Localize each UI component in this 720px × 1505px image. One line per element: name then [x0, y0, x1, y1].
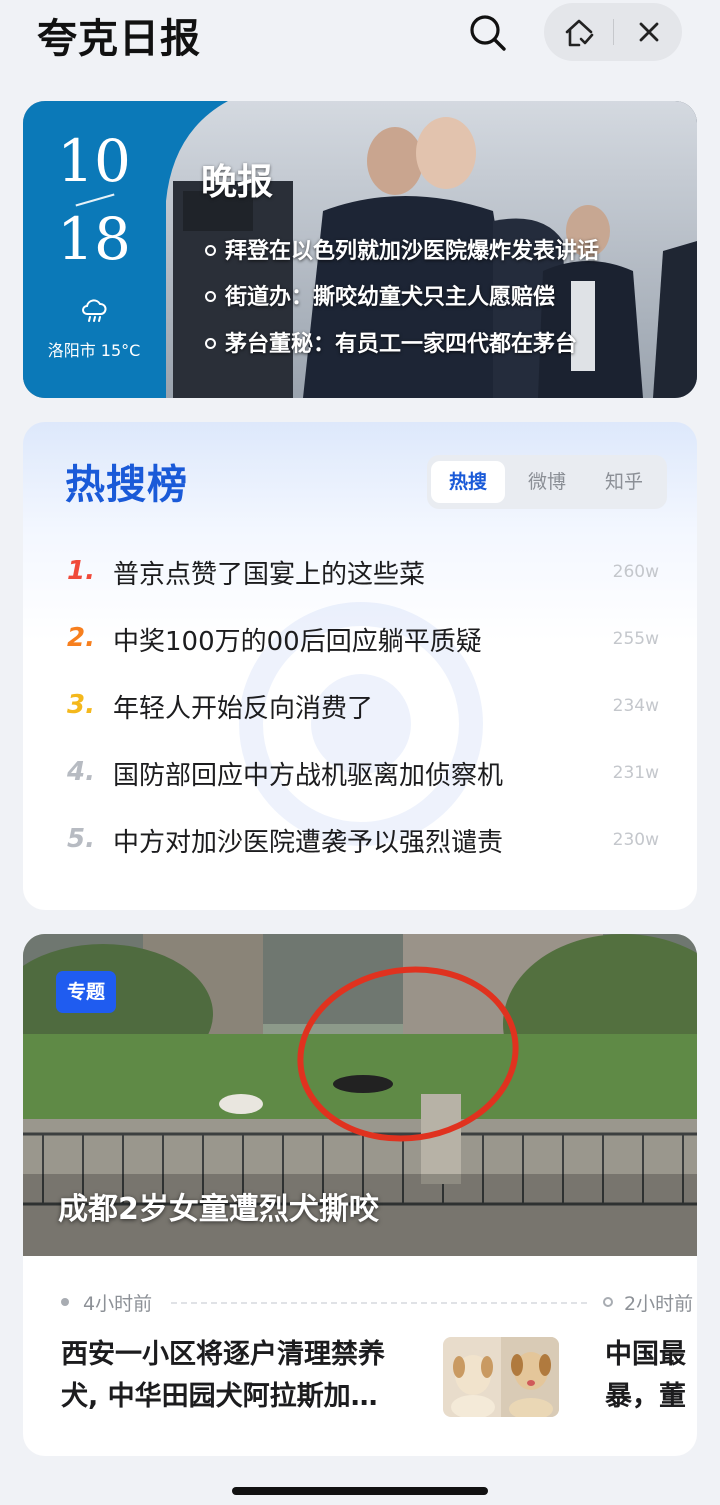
rank-number: 5.: [67, 824, 95, 854]
timeline-dot: [61, 1298, 69, 1306]
hot-tabs: 热搜 微博 知乎: [427, 455, 667, 509]
rank-number: 2.: [67, 623, 95, 653]
hot-item[interactable]: 1. 普京点赞了国宴上的这些菜 260w: [23, 546, 697, 606]
date-day: 18: [57, 205, 131, 273]
news-thumbnail[interactable]: [443, 1337, 559, 1417]
tab-hot[interactable]: 热搜: [431, 461, 505, 503]
mini-program-capsule: [544, 3, 682, 61]
hot-item-title: 中奖100万的00后回应躺平质疑: [113, 627, 482, 657]
rank-number: 3.: [67, 690, 95, 720]
search-icon[interactable]: [465, 10, 509, 54]
rank-number: 1.: [67, 556, 95, 586]
report-headline[interactable]: 茅台董秘：有员工一家四代都在茅台: [205, 326, 577, 358]
home-check-icon[interactable]: [562, 16, 596, 50]
hot-item-count: 230w: [612, 830, 659, 850]
tab-weibo[interactable]: 微博: [510, 461, 584, 503]
hot-item-title: 国防部回应中方战机驱离加侦察机: [113, 761, 504, 791]
top-bar: 夸克日报: [0, 0, 720, 70]
bullet-icon: [205, 337, 216, 349]
timeline-news-item[interactable]: 西安一小区将逐户清理禁养 犬, 中华田园犬阿拉斯加…: [61, 1334, 431, 1418]
rank-number: 4.: [67, 757, 95, 787]
hot-item[interactable]: 3. 年轻人开始反向消费了 234w: [23, 680, 697, 740]
report-headline[interactable]: 街道办：撕咬幼童犬只主人愿赔偿: [205, 279, 555, 311]
close-icon[interactable]: [634, 17, 664, 47]
hot-item[interactable]: 4. 国防部回应中方战机驱离加侦察机 231w: [23, 747, 697, 807]
hot-item-count: 231w: [612, 763, 659, 783]
hot-item-title: 普京点赞了国宴上的这些菜: [113, 560, 426, 590]
news-title-line: 暴，董: [605, 1381, 686, 1412]
timeline-dot: [603, 1297, 613, 1307]
topic-badge: 专题: [56, 971, 116, 1013]
timeline-time: 2小时前: [624, 1293, 694, 1315]
weather-text: 洛阳市 15°C: [47, 341, 141, 360]
hot-item-title: 年轻人开始反向消费了: [113, 694, 374, 724]
hot-search-title: 热搜榜: [65, 462, 188, 508]
news-title-line: 中国最: [605, 1339, 686, 1370]
cloud-rain-icon: [79, 296, 109, 326]
tab-zhihu[interactable]: 知乎: [587, 461, 661, 503]
capsule-divider: [613, 19, 614, 45]
report-headline[interactable]: 拜登在以色列就加沙医院爆炸发表讲话: [205, 233, 599, 265]
app-title: 夸克日报: [37, 16, 201, 62]
evening-report-card[interactable]: 10 18 洛阳市 15°C 晚报 拜登在以色列就加沙医院爆炸发表讲话 街道办：…: [23, 101, 697, 398]
hot-item-title: 中方对加沙医院遭袭予以强烈谴责: [113, 828, 504, 858]
hot-item[interactable]: 5. 中方对加沙医院遭袭予以强烈谴责 230w: [23, 814, 697, 874]
topic-title: 成都2岁女童遭烈犬撕咬: [58, 1192, 379, 1227]
timeline-time: 4小时前: [83, 1293, 153, 1315]
bullet-icon: [205, 244, 216, 256]
news-title-line: 西安一小区将逐户清理禁养: [61, 1339, 385, 1370]
hot-search-card: 热搜榜 热搜 微博 知乎 1. 普京点赞了国宴上的这些菜 260w 2. 中奖1…: [23, 422, 697, 910]
timeline-line: [171, 1302, 587, 1304]
hot-item[interactable]: 2. 中奖100万的00后回应躺平质疑 255w: [23, 613, 697, 673]
date-month: 10: [57, 127, 131, 195]
bullet-icon: [205, 290, 216, 302]
report-label: 晚报: [201, 162, 274, 203]
timeline-news-item[interactable]: 中国最 暴，董: [605, 1334, 697, 1418]
home-indicator[interactable]: [232, 1487, 488, 1495]
news-title-line: 犬, 中华田园犬阿拉斯加…: [61, 1381, 378, 1412]
hot-item-count: 234w: [612, 696, 659, 716]
hot-item-count: 260w: [612, 562, 659, 582]
hot-item-count: 255w: [612, 629, 659, 649]
topic-card[interactable]: 专题 成都2岁女童遭烈犬撕咬 4小时前 2小时前 西安一小区将逐户清理禁养 犬,…: [23, 934, 697, 1456]
